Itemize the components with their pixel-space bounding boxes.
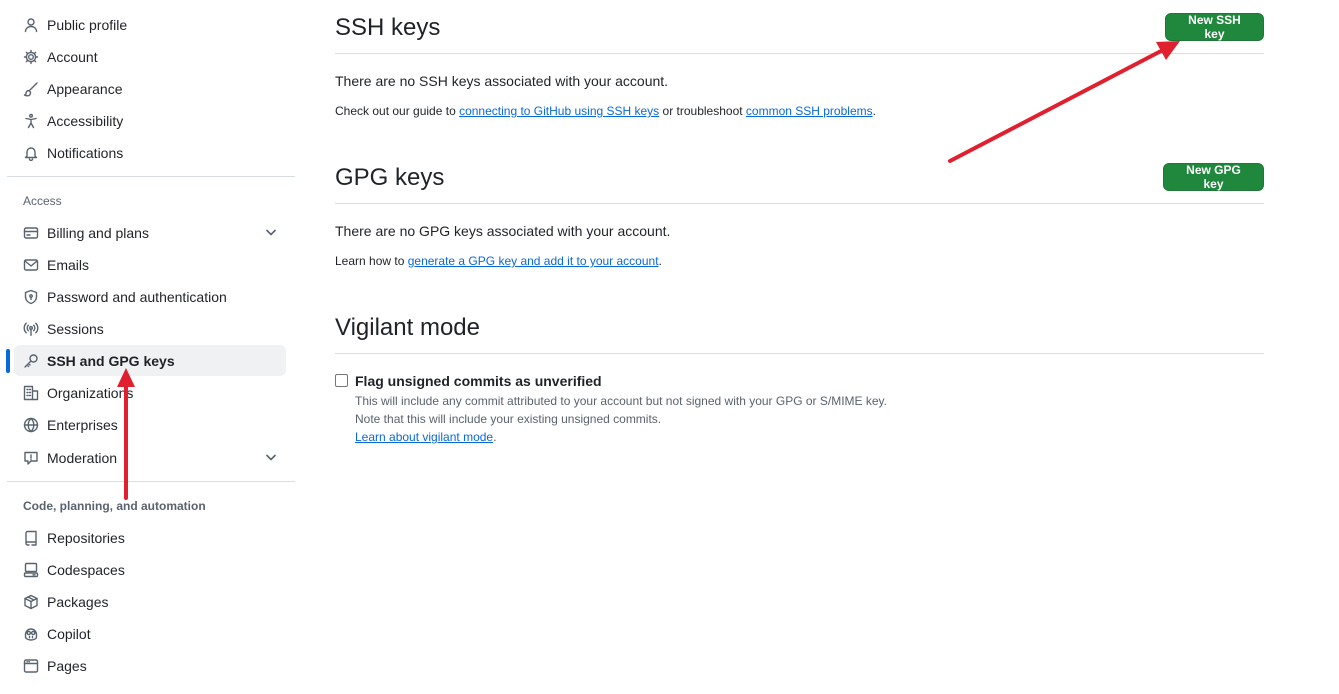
vigilant-mode-checkbox-label[interactable]: Flag unsigned commits as unverified xyxy=(355,373,602,389)
gear-icon xyxy=(23,49,39,65)
sidebar-item-sessions[interactable]: Sessions xyxy=(14,313,286,344)
main-content: SSH keys New SSH key There are no SSH ke… xyxy=(335,0,1264,694)
gpg-empty-message: There are no GPG keys associated with yo… xyxy=(335,223,671,239)
sidebar-divider xyxy=(7,481,295,482)
gpg-learn-prefix: Learn how to xyxy=(335,254,408,268)
broadcast-icon xyxy=(23,321,39,337)
sidebar-item-copilot[interactable]: Copilot xyxy=(14,618,286,649)
sidebar-item-notifications[interactable]: Notifications xyxy=(14,137,286,168)
ssh-guide-text: Check out our guide to connecting to Git… xyxy=(335,104,876,118)
sidebar-item-label: Password and authentication xyxy=(47,288,227,305)
vigilant-mode-heading: Vigilant mode xyxy=(335,314,480,341)
sidebar-item-emails[interactable]: Emails xyxy=(14,249,286,280)
sidebar-item-enterprises[interactable]: Enterprises xyxy=(14,409,286,440)
sidebar-divider xyxy=(7,176,295,177)
chevron-down-icon[interactable] xyxy=(264,450,278,464)
sidebar-item-label: Notifications xyxy=(47,144,124,161)
sidebar-item-billing[interactable]: Billing and plans xyxy=(14,217,286,248)
settings-sidebar: Public profile Account Appearance Access… xyxy=(0,0,305,694)
section-divider xyxy=(335,203,1264,204)
ssh-empty-message: There are no SSH keys associated with yo… xyxy=(335,73,669,89)
key-icon xyxy=(23,353,39,369)
active-indicator xyxy=(6,349,10,373)
sidebar-item-label: Codespaces xyxy=(47,561,125,578)
vigilant-learn-link[interactable]: Learn about vigilant mode xyxy=(355,430,493,444)
gpg-learn-suffix: . xyxy=(658,254,662,268)
globe-icon xyxy=(23,417,39,433)
sidebar-item-password[interactable]: Password and authentication xyxy=(14,281,286,312)
vigilant-learn-text: Learn about vigilant mode. xyxy=(355,430,496,444)
sidebar-item-organizations[interactable]: Organizations xyxy=(14,377,286,408)
sidebar-item-moderation[interactable]: Moderation xyxy=(14,442,286,473)
sidebar-item-label: Moderation xyxy=(47,449,118,466)
section-heading-access: Access xyxy=(23,194,62,208)
ssh-keys-heading: SSH keys xyxy=(335,14,441,41)
sidebar-item-label: Sessions xyxy=(47,320,104,337)
sidebar-item-label: Organizations xyxy=(47,384,134,401)
mail-icon xyxy=(23,257,39,273)
vigilant-learn-suffix: . xyxy=(493,430,497,444)
vigilant-note-line2: Note that this will include your existin… xyxy=(355,412,662,426)
codespaces-icon xyxy=(23,562,39,578)
sidebar-item-label: Copilot xyxy=(47,625,91,642)
ssh-guide-prefix: Check out our guide to xyxy=(335,104,460,118)
section-heading-code: Code, planning, and automation xyxy=(23,499,206,513)
sidebar-item-label: Pages xyxy=(47,657,87,674)
copilot-icon xyxy=(23,626,39,642)
sidebar-item-ssh-gpg-keys[interactable]: SSH and GPG keys xyxy=(14,345,286,376)
sidebar-item-label: Accessibility xyxy=(47,112,124,129)
sidebar-item-label: Repositories xyxy=(47,529,125,546)
credit-card-icon xyxy=(23,225,39,241)
chevron-down-icon[interactable] xyxy=(264,225,278,239)
gpg-keys-heading: GPG keys xyxy=(335,164,445,191)
browser-icon xyxy=(23,658,39,674)
ssh-problems-link[interactable]: common SSH problems xyxy=(746,104,873,118)
sidebar-item-pages[interactable]: Pages xyxy=(14,650,286,681)
gpg-learn-text: Learn how to generate a GPG key and add … xyxy=(335,254,662,268)
shield-lock-icon xyxy=(23,289,39,305)
ssh-guide-link[interactable]: connecting to GitHub using SSH keys xyxy=(459,104,659,118)
sidebar-item-label: SSH and GPG keys xyxy=(47,352,175,369)
gpg-learn-link[interactable]: generate a GPG key and add it to your ac… xyxy=(408,254,659,268)
sidebar-item-label: Public profile xyxy=(47,16,128,33)
sidebar-item-accessibility[interactable]: Accessibility xyxy=(14,105,286,136)
new-ssh-key-button[interactable]: New SSH key xyxy=(1165,13,1264,41)
package-icon xyxy=(23,594,39,610)
new-gpg-key-button[interactable]: New GPG key xyxy=(1163,163,1264,191)
report-icon xyxy=(23,450,39,466)
person-icon xyxy=(23,17,39,33)
vigilant-note-line1: This will include any commit attributed … xyxy=(355,394,888,408)
sidebar-item-label: Appearance xyxy=(47,80,123,97)
ssh-guide-mid: or troubleshoot xyxy=(659,104,746,118)
sidebar-item-appearance[interactable]: Appearance xyxy=(14,73,286,104)
paintbrush-icon xyxy=(23,81,39,97)
vigilant-mode-checkbox[interactable] xyxy=(335,374,348,387)
section-divider xyxy=(335,353,1264,354)
sidebar-item-label: Billing and plans xyxy=(47,224,149,241)
organization-icon xyxy=(23,385,39,401)
sidebar-item-label: Enterprises xyxy=(47,416,118,433)
sidebar-item-label: Emails xyxy=(47,256,90,273)
ssh-guide-suffix: . xyxy=(872,104,876,118)
sidebar-item-codespaces[interactable]: Codespaces xyxy=(14,554,286,585)
sidebar-item-repositories[interactable]: Repositories xyxy=(14,522,286,553)
sidebar-item-public-profile[interactable]: Public profile xyxy=(14,9,286,40)
accessibility-icon xyxy=(23,113,39,129)
sidebar-item-label: Packages xyxy=(47,593,109,610)
sidebar-item-packages[interactable]: Packages xyxy=(14,586,286,617)
sidebar-item-account[interactable]: Account xyxy=(14,41,286,72)
sidebar-item-label: Account xyxy=(47,48,98,65)
section-divider xyxy=(335,53,1264,54)
bell-icon xyxy=(23,145,39,161)
repo-icon xyxy=(23,530,39,546)
